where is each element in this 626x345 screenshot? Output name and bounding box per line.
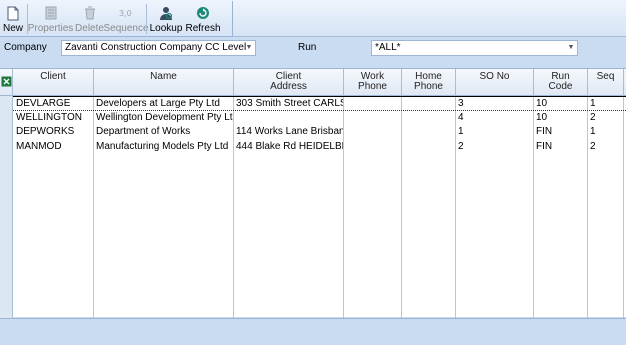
table-row[interactable]: DEVLARGE Developers at Large Pty Ltd 303… (13, 96, 626, 111)
sequence-button[interactable]: 3,0 Sequence (103, 2, 148, 36)
status-bar (0, 318, 626, 345)
column-header-client[interactable]: Client (13, 69, 94, 96)
column-header-label: Name (150, 71, 177, 82)
cell-address[interactable]: 303 Smith Street CARLSBE (233, 98, 343, 109)
company-label: Company (4, 42, 47, 53)
new-document-icon (5, 5, 21, 21)
grid-header: Client Name Client Address Work Phone Home… (0, 69, 626, 96)
run-select[interactable]: *ALL* ▼ (371, 40, 578, 56)
cell-run-code[interactable]: FIN (533, 141, 587, 152)
toolbar-separator (146, 4, 147, 34)
sequence-label: Sequence (103, 23, 149, 34)
column-header-label: SO No (479, 71, 510, 82)
run-label: Run (298, 42, 317, 53)
row-selector-column[interactable] (0, 96, 13, 318)
cell-run-code[interactable]: 10 (533, 112, 587, 123)
filter-bar: Company Zavanti Construction Company CC … (0, 38, 626, 58)
column-header-work-phone[interactable]: Work Phone (344, 69, 402, 96)
cell-so-no[interactable]: 3 (455, 98, 533, 109)
refresh-icon (195, 5, 211, 21)
new-button[interactable]: New (0, 2, 26, 36)
sequence-icon: 3,0 (118, 5, 134, 21)
cell-so-no[interactable]: 2 (455, 141, 533, 152)
table-row[interactable]: WELLINGTON Wellington Development Pty Lt… (13, 112, 626, 123)
column-header-name[interactable]: Name (94, 69, 234, 96)
cell-address[interactable]: 114 Works Lane Brisbane (233, 126, 343, 137)
refresh-label: Refresh (185, 23, 221, 34)
cell-client[interactable]: DEPWORKS (13, 126, 93, 137)
column-header-label: Phone (358, 81, 387, 92)
cell-seq[interactable]: 2 (587, 112, 623, 123)
column-header-label: Client (40, 71, 66, 82)
cell-client[interactable]: WELLINGTON (13, 112, 93, 123)
cell-seq[interactable]: 1 (587, 98, 623, 109)
new-label: New (3, 23, 24, 34)
cell-address[interactable]: 444 Blake Rd HEIDELBER (233, 141, 343, 152)
delete-button[interactable]: Delete (72, 2, 107, 36)
table-row[interactable]: MANMOD Manufacturing Models Pty Ltd 444 … (13, 141, 626, 152)
cell-name[interactable]: Developers at Large Pty Ltd (93, 98, 233, 109)
cell-so-no[interactable]: 4 (455, 112, 533, 123)
column-header-label: Seq (596, 71, 615, 82)
column-header-so-no[interactable]: SO No (456, 69, 534, 96)
table-row[interactable]: DEPWORKS Department of Works 114 Works L… (13, 126, 626, 137)
company-value: Zavanti Construction Company CC Level (65, 42, 247, 53)
cell-run-code[interactable]: 10 (533, 98, 587, 109)
cell-so-no[interactable]: 1 (455, 126, 533, 137)
toolbar-buttons: New Properties Delete 3,0 Sequence Looku… (0, 2, 222, 36)
cell-client[interactable]: DEVLARGE (13, 98, 93, 109)
toolbar: New Properties Delete 3,0 Sequence Looku… (0, 0, 626, 37)
export-excel-icon[interactable] (0, 69, 13, 96)
svg-text:3,0: 3,0 (119, 9, 132, 18)
cell-run-code[interactable]: FIN (533, 126, 587, 137)
column-header-seq[interactable]: Seq (588, 69, 624, 96)
column-header-label: Code (548, 81, 573, 92)
column-header-home-phone[interactable]: Home Phone (402, 69, 456, 96)
cell-name[interactable]: Department of Works (93, 126, 233, 137)
lookup-person-icon (158, 5, 174, 21)
delete-label: Delete (75, 23, 104, 34)
column-header-label: Phone (414, 81, 443, 92)
cell-name[interactable]: Wellington Development Pty Ltd (93, 112, 233, 123)
run-value: *ALL* (375, 42, 401, 53)
chevron-down-icon[interactable]: ▼ (245, 44, 253, 52)
column-header-address[interactable]: Client Address (234, 69, 344, 96)
cell-client[interactable]: MANMOD (13, 141, 93, 152)
lookup-label: Lookup (149, 23, 183, 34)
cell-seq[interactable]: 2 (587, 141, 623, 152)
column-header-run-code[interactable]: Run Code (534, 69, 588, 96)
column-header-label: Address (270, 81, 307, 92)
company-select[interactable]: Zavanti Construction Company CC Level ▼ (61, 40, 256, 56)
lookup-button[interactable]: Lookup (148, 2, 184, 36)
refresh-button[interactable]: Refresh (184, 2, 222, 36)
properties-icon (43, 5, 59, 21)
cell-seq[interactable]: 1 (587, 126, 623, 137)
chevron-down-icon[interactable]: ▼ (567, 44, 575, 52)
properties-button[interactable]: Properties (27, 2, 74, 36)
cell-name[interactable]: Manufacturing Models Pty Ltd (93, 141, 233, 152)
properties-label: Properties (27, 23, 74, 34)
client-grid: Client Name Client Address Work Phone Home… (0, 68, 626, 318)
delete-icon (82, 5, 98, 21)
